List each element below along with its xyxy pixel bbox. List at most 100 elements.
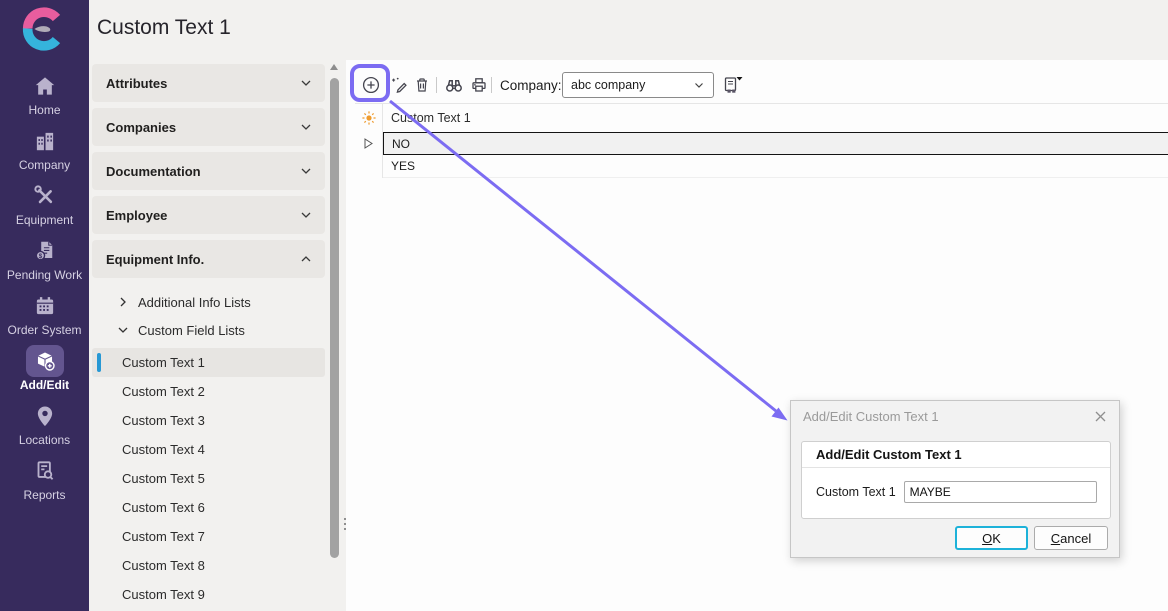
calendar-icon [32,293,58,319]
accordion-section-companies[interactable]: Companies [92,108,325,146]
sidebar-item-label: Locations [19,433,70,447]
custom-text-field-row: Custom Text 1 [802,468,1110,503]
cancel-button-label: C [1051,531,1060,546]
chevron-down-icon [693,79,705,91]
page-title: Custom Text 1 [97,16,231,40]
sidebar-item-add-edit[interactable]: Add/Edit [0,341,89,396]
find-icon[interactable] [444,75,464,95]
export-icon[interactable] [722,73,746,97]
accordion-section-documentation[interactable]: Documentation [92,152,325,190]
home-icon [32,73,58,99]
accordion-section-equipment-info[interactable]: Equipment Info. [92,240,325,278]
dialog-titlebar: Add/Edit Custom Text 1 [791,401,1119,431]
close-icon[interactable] [1094,410,1107,423]
toolbar-separator [491,77,492,93]
app-logo-icon [21,6,67,52]
tree-item-custom-field-lists[interactable]: Custom Field Lists [92,316,325,344]
tree-item-label: Custom Field Lists [138,323,245,338]
section-label: Attributes [106,76,167,91]
tree-item-label: Custom Text 5 [122,471,205,486]
tree-item-custom-text-2[interactable]: Custom Text 2 [92,377,325,406]
chevron-down-icon [117,324,129,336]
section-label: Documentation [106,164,201,179]
sidebar-item-label: Add/Edit [20,378,69,392]
edit-icon[interactable] [389,75,409,95]
grid-header-gutter [355,104,383,132]
sidebar-item-label: Reports [23,488,65,502]
tree-item-custom-text-9[interactable]: Custom Text 9 [92,580,325,609]
sidebar-item-order-system[interactable]: Order System [0,286,89,341]
add-icon[interactable] [361,75,381,95]
sun-icon [361,110,377,126]
box-add-icon [32,348,58,374]
sidebar-item-locations[interactable]: Locations [0,396,89,451]
tree-item-custom-text-4[interactable]: Custom Text 4 [92,435,325,464]
chevron-down-icon [299,164,313,178]
app-window: Home Company Equipment [0,0,1168,611]
tree-item-custom-text-7[interactable]: Custom Text 7 [92,522,325,551]
section-label: Equipment Info. [106,252,204,267]
toolbar-separator [436,77,437,93]
add-edit-dialog: Add/Edit Custom Text 1 Add/Edit Custom T… [790,400,1120,558]
map-pin-icon [32,403,58,429]
delete-icon[interactable] [413,76,431,94]
tree-item-custom-text-6[interactable]: Custom Text 6 [92,493,325,522]
tree-item-additional-info-lists[interactable]: Additional Info Lists [92,288,325,316]
grid-row-no[interactable]: NO [355,132,1168,155]
section-label: Companies [106,120,176,135]
row-indicator-icon [364,138,373,149]
company-label: Company: [500,78,562,93]
row-indicator-gutter [355,132,383,155]
report-search-icon [32,458,58,484]
company-select[interactable]: abc company [562,72,714,98]
tree-item-custom-text-5[interactable]: Custom Text 5 [92,464,325,493]
sidebar-item-label: Home [28,103,60,117]
grid-row-yes[interactable]: YES [355,155,1168,178]
invoice-icon: $ [32,238,58,264]
grid-cell[interactable]: NO [383,132,1168,155]
groupbox-title: Add/Edit Custom Text 1 [802,442,1110,468]
row-gutter [355,155,383,178]
print-icon[interactable] [469,75,489,95]
panel-scrollbar[interactable] [330,62,339,611]
sidebar-item-label: Equipment [16,213,73,227]
accordion-section-attributes[interactable]: Attributes [92,64,325,102]
chevron-down-icon [299,208,313,222]
custom-text-list: Custom Text 1 Custom Text 2 Custom Text … [92,348,325,609]
cancel-button[interactable]: Cancel [1034,526,1108,550]
sidebar-rail: Home Company Equipment [0,0,89,611]
tree-item-label: Custom Text 7 [122,529,205,544]
chevron-down-icon [299,76,313,90]
tree-item-label: Additional Info Lists [138,295,251,310]
nav-panel: Attributes Companies Documentation Emplo… [92,64,325,284]
data-grid: Custom Text 1 NO YES [355,103,1168,178]
tree-item-custom-text-1[interactable]: Custom Text 1 [92,348,325,377]
building-icon [32,128,58,154]
ok-button-label: O [982,531,992,546]
tree-item-custom-text-8[interactable]: Custom Text 8 [92,551,325,580]
sidebar-item-label: Pending Work [7,268,82,282]
chevron-right-icon [117,296,129,308]
sidebar-item-company[interactable]: Company [0,121,89,176]
sidebar-item-home[interactable]: Home [0,66,89,121]
tree-item-custom-text-3[interactable]: Custom Text 3 [92,406,325,435]
sidebar-item-reports[interactable]: Reports [0,451,89,506]
company-select-value: abc company [571,78,645,92]
tools-icon [32,183,58,209]
chevron-up-icon [299,252,313,266]
chevron-down-icon [299,120,313,134]
accordion-section-employee[interactable]: Employee [92,196,325,234]
column-header[interactable]: Custom Text 1 [383,104,1168,132]
tree-item-label: Custom Text 8 [122,558,205,573]
grid-cell[interactable]: YES [383,155,1168,178]
custom-text-input[interactable] [904,481,1097,503]
dialog-groupbox: Add/Edit Custom Text 1 Custom Text 1 [801,441,1111,519]
scrollbar-thumb[interactable] [330,78,339,558]
ok-button[interactable]: OK [955,526,1028,550]
scroll-up-arrow-icon[interactable] [330,64,338,70]
sidebar-item-pending-work[interactable]: $ Pending Work [0,231,89,286]
sidebar-item-equipment[interactable]: Equipment [0,176,89,231]
tree-item-label: Custom Text 9 [122,587,205,602]
field-label: Custom Text 1 [816,485,896,499]
grid-header-row: Custom Text 1 [355,103,1168,132]
